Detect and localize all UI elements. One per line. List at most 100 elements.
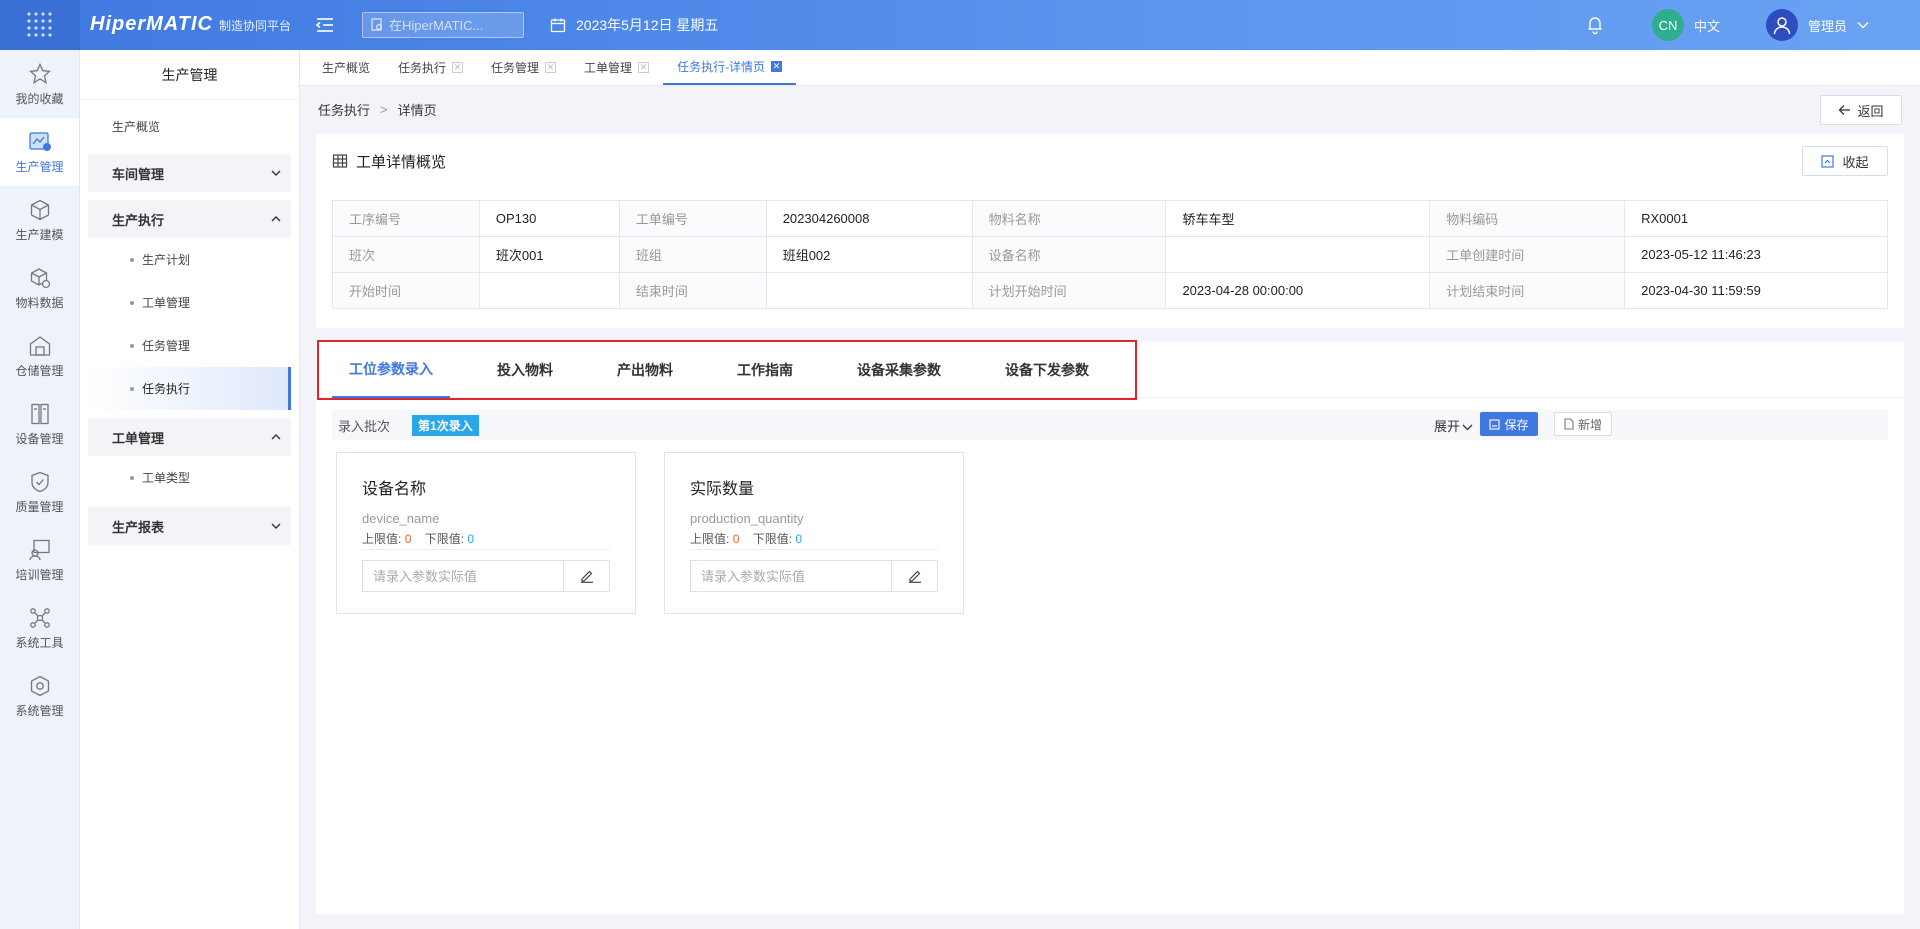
- param-card-device-name: 设备名称 device_name 上限值: 0 下限值: 0: [336, 452, 636, 614]
- rail-item-modeling[interactable]: 生产建模: [0, 186, 79, 254]
- collapse-button[interactable]: 收起: [1802, 146, 1888, 176]
- param-input-group: [362, 560, 610, 592]
- rail-item-warehouse[interactable]: 仓储管理: [0, 322, 79, 390]
- field-label: 工序编号: [332, 200, 480, 237]
- tab-output-material[interactable]: 产出物料: [600, 342, 690, 398]
- search-input[interactable]: [389, 17, 509, 33]
- sub-sidebar: 生产管理 生产概览 车间管理 生产执行 生产计划 工单管理 任务管理 任务执行 …: [80, 50, 300, 929]
- language-label: 中文: [1694, 18, 1721, 34]
- param-limits: 上限值: 0 下限值: 0: [690, 530, 938, 550]
- breadcrumb-parent[interactable]: 任务执行: [318, 100, 370, 119]
- expand-toggle[interactable]: 展开: [1434, 416, 1473, 435]
- field-label: 班次: [332, 236, 480, 273]
- bullet-dot: [130, 300, 134, 305]
- back-button[interactable]: 返回: [1820, 95, 1902, 125]
- rail-item-device[interactable]: 设备管理: [0, 390, 79, 458]
- tab-label: 任务管理: [491, 60, 540, 75]
- app-grid-button[interactable]: [0, 0, 80, 50]
- param-value-input[interactable]: [363, 561, 563, 591]
- rail-item-system[interactable]: 系统管理: [0, 662, 79, 730]
- notification-button[interactable]: [1586, 15, 1604, 38]
- param-panel: 工位参数录入 投入物料 产出物料 工作指南 设备采集参数 设备下发参数 录入批次…: [316, 340, 1904, 914]
- sidebar-item-label: 任务管理: [142, 339, 191, 353]
- field-value: [1165, 236, 1431, 273]
- field-value: [478, 272, 620, 309]
- sidebar-group-workorder[interactable]: 工单管理: [88, 418, 291, 456]
- sidebar-title: 生产管理: [80, 50, 299, 100]
- tab-task-manage[interactable]: 任务管理 ✕: [477, 49, 570, 85]
- add-button[interactable]: 新增: [1554, 412, 1612, 436]
- table-row: 工序编号 OP130 工单编号 202304260008 物料名称 轿车车型 物…: [332, 200, 1888, 237]
- field-value: 202304260008: [765, 200, 973, 237]
- field-value: [765, 272, 973, 309]
- tab-collect-params[interactable]: 设备采集参数: [840, 342, 958, 398]
- tab-work-guide[interactable]: 工作指南: [720, 342, 810, 398]
- module-rail: 我的收藏 生产管理 生产建模 物料数据 仓储管理 设备管理 质量管理 培训管理 …: [0, 50, 80, 929]
- logo-text: HiperMATIC: [90, 13, 213, 35]
- tab-input-material[interactable]: 投入物料: [480, 342, 570, 398]
- tab-issue-params[interactable]: 设备下发参数: [988, 342, 1106, 398]
- bell-icon: [1588, 17, 1602, 35]
- close-icon[interactable]: ✕: [452, 61, 464, 73]
- sidebar-item-workorder[interactable]: 工单管理: [88, 281, 291, 324]
- breadcrumb: 任务执行 > 详情页: [318, 100, 437, 119]
- menu-toggle-button[interactable]: [314, 14, 336, 36]
- sidebar-group-label: 生产执行: [112, 212, 165, 228]
- edit-button[interactable]: [891, 561, 937, 591]
- tab-station-params[interactable]: 工位参数录入: [332, 342, 450, 398]
- sidebar-item-plan[interactable]: 生产计划: [88, 238, 291, 281]
- breadcrumb-current: 详情页: [397, 103, 437, 118]
- table-row: 开始时间 结束时间 计划开始时间 2023-04-28 00:00:00 计划结…: [332, 272, 1888, 309]
- rail-item-production[interactable]: 生产管理: [0, 118, 79, 186]
- language-switch[interactable]: CN 中文: [1652, 9, 1720, 41]
- batch-tag[interactable]: 第1次录入: [412, 414, 479, 436]
- param-value-input[interactable]: [691, 561, 891, 591]
- lower-limit-value: 0: [467, 532, 475, 546]
- card-title: 工单详情概览: [356, 153, 447, 171]
- upper-limit-value: 0: [732, 532, 740, 546]
- close-icon[interactable]: ✕: [638, 61, 650, 73]
- tab-overview[interactable]: 生产概览: [308, 49, 384, 85]
- save-button[interactable]: 保存: [1480, 412, 1538, 436]
- sidebar-item-task-execution[interactable]: 任务执行: [88, 367, 291, 410]
- sidebar-item-overview[interactable]: 生产概览: [80, 108, 299, 146]
- sidebar-group-execution[interactable]: 生产执行: [88, 200, 291, 238]
- card-header: 工单详情概览: [316, 134, 1904, 188]
- chevron-up-icon: [271, 434, 281, 440]
- lower-limit-label: 下限值:: [424, 532, 465, 546]
- rail-item-material[interactable]: 物料数据: [0, 254, 79, 322]
- param-input-group: [690, 560, 938, 592]
- sidebar-item-task-manage[interactable]: 任务管理: [88, 324, 291, 367]
- collapse-label: 收起: [1842, 154, 1869, 170]
- user-menu[interactable]: 管理员: [1766, 9, 1869, 41]
- rail-item-training[interactable]: 培训管理: [0, 526, 79, 594]
- sidebar-group-report[interactable]: 生产报表: [88, 507, 291, 545]
- avatar: [1766, 9, 1798, 41]
- param-card-quantity: 实际数量 production_quantity 上限值: 0 下限值: 0: [664, 452, 964, 614]
- batch-bar: 录入批次 第1次录入 展开 保存 新增: [332, 410, 1888, 440]
- tab-workorder[interactable]: 工单管理 ✕: [570, 49, 663, 85]
- rail-item-tools[interactable]: 系统工具: [0, 594, 79, 662]
- rail-item-favorites[interactable]: 我的收藏: [0, 50, 79, 118]
- edit-button[interactable]: [563, 561, 609, 591]
- page-tabs: 生产概览 任务执行 ✕ 任务管理 ✕ 工单管理 ✕ 任务执行-详情页 ✕: [300, 50, 1920, 86]
- field-label: 工单创建时间: [1429, 236, 1626, 273]
- tab-label: 生产概览: [322, 60, 371, 75]
- cube-icon: [30, 199, 49, 220]
- sidebar-item-workorder-type[interactable]: 工单类型: [88, 456, 291, 499]
- field-value: RX0001: [1624, 200, 1888, 237]
- tab-task-detail[interactable]: 任务执行-详情页 ✕: [663, 49, 797, 85]
- sidebar-group-label: 车间管理: [112, 166, 165, 182]
- sidebar-group-workshop[interactable]: 车间管理: [88, 154, 291, 192]
- bullet-dot: [130, 386, 134, 391]
- breadcrumb-separator: >: [380, 102, 388, 117]
- sidebar-item-label: 任务执行: [142, 382, 191, 396]
- close-icon[interactable]: ✕: [545, 61, 557, 73]
- field-label: 计划结束时间: [1429, 272, 1626, 309]
- collapse-icon: [1821, 154, 1835, 168]
- rail-item-quality[interactable]: 质量管理: [0, 458, 79, 526]
- global-search[interactable]: [362, 12, 524, 38]
- tab-task-execution[interactable]: 任务执行 ✕: [384, 49, 477, 85]
- close-icon[interactable]: ✕: [771, 60, 783, 72]
- field-label: 物料名称: [971, 200, 1167, 237]
